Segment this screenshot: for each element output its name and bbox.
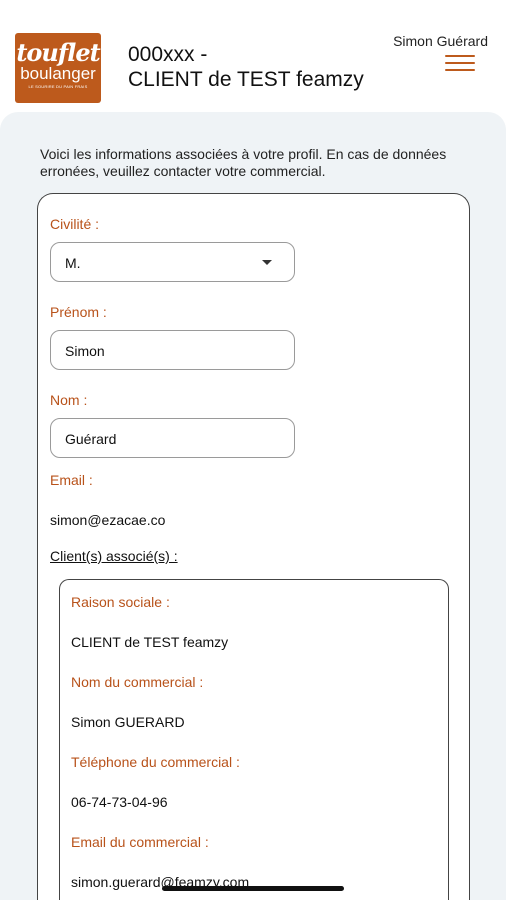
page-title: 000xxx - CLIENT de TEST feamzy xyxy=(128,42,364,92)
logo-sub-text: boulanger xyxy=(20,64,96,83)
client-name: CLIENT de TEST feamzy xyxy=(128,68,364,91)
commercial-email-label: Email du commercial : xyxy=(71,834,209,850)
profile-card: Civilité : M. Prénom : Simon Nom : Guéra… xyxy=(37,193,470,900)
civilite-select[interactable]: M. xyxy=(50,242,295,282)
commercial-name-value: Simon GUERARD xyxy=(71,714,185,730)
home-indicator[interactable] xyxy=(162,886,344,891)
email-value: simon@ezacae.co xyxy=(50,512,166,528)
prenom-field[interactable]: Simon xyxy=(50,330,295,370)
associated-clients-label: Client(s) associé(s) : xyxy=(50,548,178,564)
email-label: Email : xyxy=(50,472,93,488)
nom-field[interactable]: Guérard xyxy=(50,418,295,458)
prenom-value: Simon xyxy=(65,343,105,359)
commercial-phone-value[interactable]: 06-74-73-04-96 xyxy=(71,794,168,810)
chevron-down-icon xyxy=(262,260,272,265)
intro-text: Voici les informations associées à votre… xyxy=(40,146,447,179)
app-header: touflet boulanger LE SOURIRE DU PAIN FRA… xyxy=(0,0,506,112)
logo-brand-text: touflet xyxy=(16,38,100,67)
nom-label: Nom : xyxy=(50,392,88,408)
civilite-label: Civilité : xyxy=(50,216,100,232)
commercial-name-label: Nom du commercial : xyxy=(71,674,204,690)
commercial-phone-label: Téléphone du commercial : xyxy=(71,754,240,770)
touflet-logo[interactable]: touflet boulanger LE SOURIRE DU PAIN FRA… xyxy=(15,33,101,103)
profile-sheet: Voici les informations associées à votre… xyxy=(0,112,506,900)
associated-client-card: Raison sociale : CLIENT de TEST feamzy N… xyxy=(59,579,449,900)
logo-tagline: LE SOURIRE DU PAIN FRAIS xyxy=(28,84,88,89)
nom-value: Guérard xyxy=(65,431,117,447)
prenom-label: Prénom : xyxy=(50,304,107,320)
client-code: 000xxx - xyxy=(128,43,208,66)
raison-sociale-label: Raison sociale : xyxy=(71,594,170,610)
civilite-value: M. xyxy=(65,255,81,271)
user-name: Simon Guérard xyxy=(393,33,488,49)
raison-sociale-value: CLIENT de TEST feamzy xyxy=(71,634,229,650)
hamburger-icon[interactable] xyxy=(445,53,475,73)
